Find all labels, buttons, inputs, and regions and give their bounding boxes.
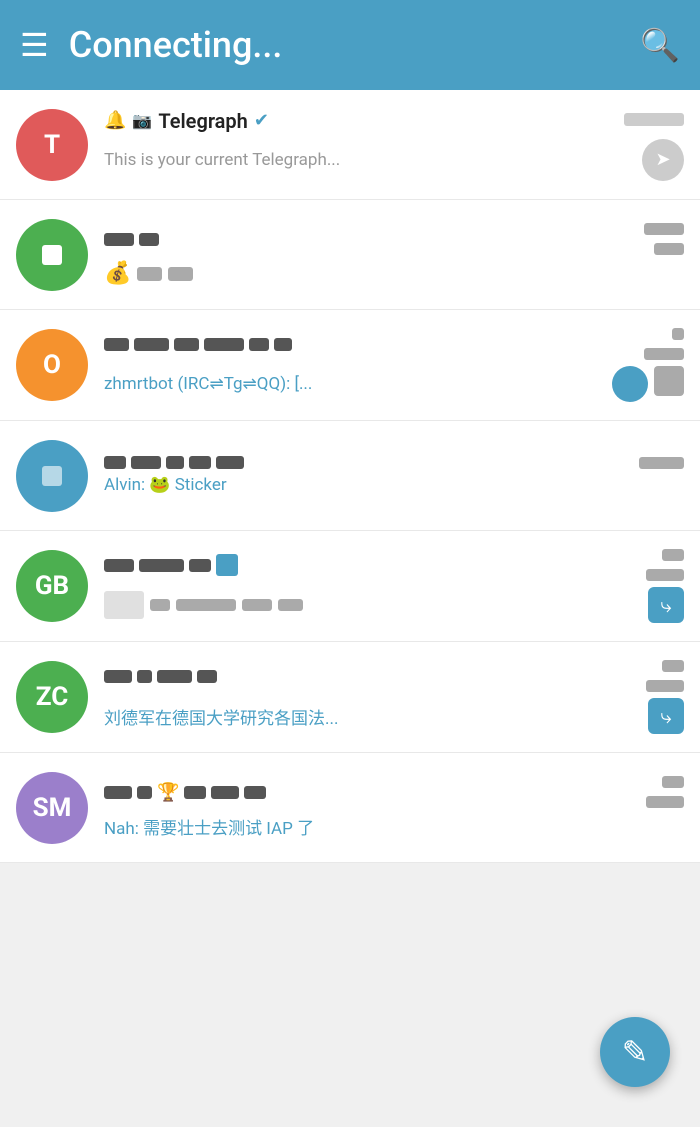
list-item[interactable]: O zhmrtbot (IRC⇌Tg⇌QQ): [... [0, 310, 700, 421]
chat-name-row [104, 670, 217, 683]
chat-preview: 刘德军在德国大学研究各国法... [104, 704, 338, 729]
unread-indicator [612, 366, 648, 402]
chat-name-row: 🏆 [104, 782, 266, 803]
right-col [639, 457, 684, 469]
list-item[interactable]: 💰 [0, 200, 700, 310]
chat-preview: zhmrtbot (IRC⇌Tg⇌QQ): [... [104, 374, 312, 394]
list-item[interactable]: T 🔔 📷 Telegraph ✔ This is your current T… [0, 90, 700, 200]
chat-preview: This is your current Telegraph... [104, 150, 340, 170]
compose-fab[interactable]: ✎ [600, 1017, 670, 1087]
chat-content: 🏆 Nah: 需要壮士去测试 IAP 了 [104, 776, 684, 839]
chat-name: Telegraph [158, 109, 248, 133]
chat-content: ⤷ [104, 549, 684, 623]
reply-icon: ⤷ [648, 698, 684, 734]
right-col [646, 776, 684, 808]
top-bar: ☰ Connecting... 🔍 [0, 0, 700, 90]
list-item[interactable]: Alvin: 🐸 Sticker [0, 421, 700, 531]
right-col [624, 111, 684, 130]
avatar: T [16, 109, 88, 181]
chat-name-row [104, 554, 238, 576]
avatar [16, 440, 88, 512]
chat-content: 🔔 📷 Telegraph ✔ This is your current Tel… [104, 109, 684, 181]
chat-preview: Nah: 需要壮士去测试 IAP 了 [104, 814, 314, 839]
search-icon[interactable]: 🔍 [640, 26, 680, 64]
verified-badge: ✔ [254, 110, 269, 131]
right-col [646, 660, 684, 692]
menu-icon[interactable]: ☰ [20, 26, 49, 64]
avatar: SM [16, 772, 88, 844]
send-button[interactable]: ➤ [642, 139, 684, 181]
right-col [646, 549, 684, 581]
list-item[interactable]: SM 🏆 Nah: 需要壮士去测试 IAP 了 [0, 753, 700, 863]
chat-name-row: 🔔 📷 Telegraph ✔ [104, 109, 269, 133]
reply-icon: ⤷ [648, 587, 684, 623]
chat-preview: Alvin: 🐸 Sticker [104, 475, 227, 495]
avatar: GB [16, 550, 88, 622]
chat-name-row [104, 456, 244, 469]
chat-name-row [104, 338, 292, 351]
avatar: O [16, 329, 88, 401]
avatar [16, 219, 88, 291]
chat-content: 刘德军在德国大学研究各国法... ⤷ [104, 660, 684, 734]
camera-icon: 📷 [132, 111, 152, 130]
avatar: ZC [16, 661, 88, 733]
list-item[interactable]: GB [0, 531, 700, 642]
chat-time [624, 111, 684, 130]
mute-icon: 🔔 [104, 110, 126, 131]
connection-status: Connecting... [69, 24, 640, 66]
right-col [644, 223, 684, 255]
chat-content: Alvin: 🐸 Sticker [104, 456, 684, 495]
chat-list: T 🔔 📷 Telegraph ✔ This is your current T… [0, 90, 700, 863]
chat-content: zhmrtbot (IRC⇌Tg⇌QQ): [... [104, 328, 684, 402]
right-col [644, 328, 684, 360]
list-item[interactable]: ZC 刘德军在德国大学研究各国法... ⤷ [0, 642, 700, 753]
chat-content: 💰 [104, 223, 684, 286]
chat-name-row [104, 233, 159, 246]
